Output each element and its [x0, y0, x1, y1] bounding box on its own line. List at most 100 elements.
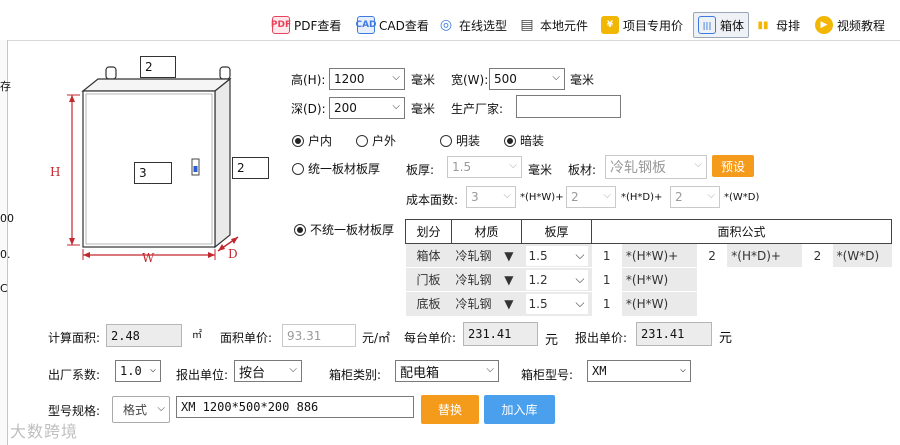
chevron-down-icon: ⌵: [575, 248, 585, 262]
term-hd: *(H*D)+: [727, 243, 803, 268]
manufacturer-input[interactable]: [516, 95, 621, 118]
thickness-cell[interactable]: 1.5 ⌵: [521, 291, 592, 316]
magnifier-icon: ◎: [439, 17, 453, 33]
height-select[interactable]: 1200 ⌵: [329, 68, 405, 90]
quote-price-value: 231.41: [636, 322, 712, 346]
non-unified-thickness-radio[interactable]: 不统一板材板厚: [294, 221, 394, 238]
height-value: 1200: [334, 72, 365, 86]
part-name: 门板: [405, 267, 452, 292]
thickness-unit: 毫米: [528, 163, 553, 177]
cad-view-button[interactable]: CAD CAD查看: [355, 12, 429, 38]
calc-area-label: 计算面积:: [48, 331, 101, 345]
pdf-view-button[interactable]: PDF PDF查看: [271, 12, 342, 38]
cost-term-hd: *(H*D)+: [621, 192, 663, 203]
add-to-library-button[interactable]: 加入库: [484, 395, 555, 424]
flush-mount-radio[interactable]: 暗装: [504, 132, 544, 149]
pdf-view-label: PDF查看: [294, 18, 342, 33]
cost-factor-hw-select[interactable]: 3 ⌵: [466, 186, 516, 208]
radio-unchecked-icon: [356, 134, 368, 147]
empty-cell: [802, 291, 833, 316]
project-price-button[interactable]: ¥ 项目专用价: [601, 12, 683, 38]
outdoor-radio[interactable]: 户外: [356, 132, 396, 149]
coef-hw-input[interactable]: 1: [591, 291, 622, 316]
online-selection-button[interactable]: ◎ 在线选型: [437, 12, 507, 38]
cabinet-type-select[interactable]: 配电箱 ⌵: [395, 360, 499, 382]
material-value: 冷轧钢板: [610, 160, 666, 176]
coef-hw-input[interactable]: 1: [591, 267, 622, 292]
replace-button[interactable]: 替换: [421, 395, 479, 424]
empty-cell: [727, 267, 803, 292]
part-name: 箱体: [405, 243, 452, 268]
cost-factor-hw-value: 3: [471, 190, 479, 204]
caret-down-icon: ▼: [504, 296, 514, 311]
empty-cell: [727, 291, 803, 316]
outdoor-label: 户外: [372, 134, 397, 148]
indoor-radio[interactable]: 户内: [292, 132, 332, 149]
width-select[interactable]: 500 ⌵: [489, 68, 565, 90]
table-header-row: 划分 材质 板厚 面积公式: [405, 219, 892, 244]
chevron-down-icon: ⌵: [575, 272, 585, 286]
side-face-count-input[interactable]: 2: [232, 157, 269, 179]
cabinet-button[interactable]: ||| 箱体: [693, 12, 750, 38]
online-selection-label: 在线选型: [459, 18, 508, 33]
format-select[interactable]: 格式 ⌵: [112, 396, 170, 423]
busbar-button[interactable]: ▮▮ 母排: [754, 12, 800, 38]
unit-price-input[interactable]: 93.31: [282, 324, 356, 347]
local-component-label: 本地元件: [540, 18, 589, 33]
yen-icon: ¥: [601, 16, 619, 34]
left-edge-text: C: [0, 282, 8, 295]
cost-factor-wd-select[interactable]: 2 ⌵: [670, 186, 720, 208]
coef-wd-input[interactable]: 2: [802, 243, 833, 268]
radio-checked-icon: [504, 134, 516, 147]
front-face-count-input[interactable]: 3: [134, 162, 172, 184]
coef-hd-input[interactable]: 2: [696, 243, 728, 268]
material-select[interactable]: 冷轧钢板 ⌵: [605, 155, 707, 179]
chevron-down-icon: ⌵: [392, 72, 400, 83]
unified-thickness-radio[interactable]: 统一板材板厚: [292, 160, 380, 177]
thickness-value: 1.2: [528, 272, 548, 287]
chevron-down-icon: ⌵: [503, 190, 511, 201]
depth-select[interactable]: 200 ⌵: [329, 97, 405, 119]
local-component-button[interactable]: ▤ 本地元件: [518, 12, 588, 38]
cabinet-model-select[interactable]: XM ⌵: [587, 360, 691, 382]
thickness-select[interactable]: 1.5 ⌵: [447, 156, 522, 178]
preset-button[interactable]: 预设: [712, 155, 754, 177]
empty-cell: [802, 267, 833, 292]
busbar-label: 母排: [776, 18, 801, 33]
quote-unit-select[interactable]: 按台 ⌵: [234, 360, 302, 382]
col-header-thickness: 板厚: [521, 219, 592, 244]
top-face-count-input[interactable]: 2: [140, 56, 176, 78]
thickness-cell[interactable]: 1.2 ⌵: [521, 267, 592, 292]
video-tutorial-button[interactable]: ▶ 视频教程: [815, 12, 885, 38]
term-hw: *(H*W)+: [621, 243, 697, 268]
empty-cell: [696, 267, 728, 292]
material-cell[interactable]: 冷轧钢 ▼: [451, 243, 522, 268]
cabinet-model-value: XM: [592, 364, 607, 378]
thickness-cell[interactable]: 1.5 ⌵: [521, 243, 592, 268]
thickness-label: 板厚:: [406, 163, 435, 177]
width-label: 宽(W):: [451, 73, 489, 87]
chevron-down-icon: ⌵: [603, 190, 611, 201]
caret-down-icon: ▼: [504, 272, 514, 287]
material-cell[interactable]: 冷轧钢 ▼: [451, 291, 522, 316]
material-cell[interactable]: 冷轧钢 ▼: [451, 267, 522, 292]
per-unit-price-label: 每台单价:: [404, 331, 457, 345]
width-dimension-label: W: [142, 251, 155, 265]
surface-mount-radio[interactable]: 明装: [440, 132, 480, 149]
term-hw: *(H*W): [621, 291, 697, 316]
cost-factor-wd-value: 2: [675, 190, 683, 204]
factory-factor-select[interactable]: 1.0 ⌵: [115, 360, 161, 382]
chevron-down-icon: ⌵: [552, 72, 560, 83]
quote-unit-value: 按台: [239, 365, 266, 381]
left-panel-edge: [0, 40, 8, 445]
spec-input[interactable]: XM 1200*500*200 886: [176, 396, 414, 418]
width-unit: 毫米: [570, 73, 595, 87]
quote-unit-label: 报出单位:: [176, 368, 229, 382]
unified-thickness-label: 统一板材板厚: [308, 162, 381, 176]
table-row: 底板 冷轧钢 ▼ 1.5 ⌵ 1 *(H*W): [405, 291, 892, 316]
coef-hw-input[interactable]: 1: [591, 243, 622, 268]
chevron-down-icon: ⌵: [149, 364, 156, 375]
cost-factor-hd-select[interactable]: 2 ⌵: [566, 186, 616, 208]
indoor-label: 户内: [308, 134, 333, 148]
radio-checked-icon: [292, 134, 304, 147]
